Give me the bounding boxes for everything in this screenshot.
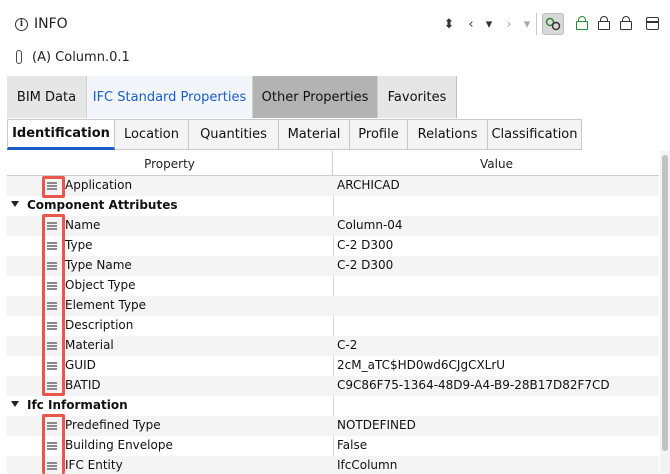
tab-profile[interactable]: Profile: [350, 119, 408, 150]
row-label: Type: [65, 238, 93, 252]
tab-relations[interactable]: Relations: [408, 119, 488, 150]
row-value: ARCHICAD: [337, 178, 400, 192]
row-label: Building Envelope: [65, 438, 173, 452]
table-row[interactable]: Application ARCHICAD: [7, 176, 659, 196]
table-row[interactable]: IFC Entity IfcColumn: [7, 456, 659, 474]
tab-material[interactable]: Material: [279, 119, 350, 150]
sort-arrows-icon[interactable]: ⬍: [440, 14, 458, 34]
lock-icon[interactable]: [598, 16, 610, 30]
scrollbar-thumb[interactable]: [662, 155, 668, 451]
lock-add-icon[interactable]: [576, 16, 588, 30]
row-value: C9C86F75-1364-48D9-A4-B9-28B17D82F7CD: [337, 378, 610, 392]
table-row[interactable]: GUID 2cM_aTC$HD0wd6CJgCXLrU: [7, 356, 659, 376]
highlight-box: [42, 414, 65, 474]
row-value: False: [337, 438, 368, 452]
row-value: Column-04: [337, 218, 403, 232]
row-value: 2cM_aTC$HD0wd6CJgCXLrU: [337, 358, 506, 372]
link-toggle-button[interactable]: [542, 13, 564, 35]
table-header: Property Value: [7, 151, 659, 176]
selected-element-label: (A) Column.0.1: [32, 50, 130, 65]
table-row[interactable]: Building Envelope False: [7, 436, 659, 456]
selected-element-row: (A) Column.0.1: [0, 46, 670, 70]
link-icon: [545, 17, 561, 31]
row-label: Material: [65, 338, 114, 352]
row-label: Object Type: [65, 278, 136, 292]
column-header-value[interactable]: Value: [334, 151, 659, 176]
vertical-scrollbar[interactable]: [660, 151, 670, 474]
row-label: BATID: [65, 378, 101, 392]
table-row[interactable]: BATID C9C86F75-1364-48D9-A4-B9-28B17D82F…: [7, 376, 659, 396]
tab-classification[interactable]: Classification: [488, 119, 582, 150]
row-label: GUID: [65, 358, 96, 372]
table-row[interactable]: Type C-2 D300: [7, 236, 659, 256]
chevron-left-icon[interactable]: ‹: [462, 14, 480, 34]
tab-ifc-standard-properties[interactable]: IFC Standard Properties: [87, 76, 253, 118]
panel-layout-icon[interactable]: [646, 17, 659, 30]
row-value: NOTDEFINED: [337, 418, 416, 432]
group-label: Ifc Information: [27, 398, 128, 412]
row-value: C-2 D300: [337, 238, 394, 252]
group-label: Component Attributes: [27, 198, 178, 212]
chevron-right-icon[interactable]: ›: [500, 14, 518, 34]
panel-title: INFO: [34, 16, 68, 32]
row-value: C-2 D300: [337, 258, 394, 272]
row-label: IFC Entity: [65, 458, 123, 472]
highlight-box: [42, 176, 65, 198]
table-row[interactable]: Element Type: [7, 296, 659, 316]
caret-down-icon[interactable]: [11, 401, 19, 407]
panel-header: i INFO ⬍ ‹ ▾ › ▾: [0, 0, 670, 46]
row-label: Name: [65, 218, 101, 232]
highlight-box: [42, 214, 65, 396]
dropdown-down-disabled-icon[interactable]: ▾: [518, 14, 536, 34]
column-header-property[interactable]: Property: [7, 151, 333, 176]
tab-other-properties[interactable]: Other Properties: [253, 76, 378, 118]
dropdown-down-icon[interactable]: ▾: [480, 14, 498, 34]
property-table: Application ARCHICAD Component Attribute…: [7, 176, 659, 474]
sub-tab-bar: Identification Location Quantities Mater…: [7, 119, 582, 150]
tab-location[interactable]: Location: [115, 119, 189, 150]
row-label: Element Type: [65, 298, 147, 312]
table-row[interactable]: Description: [7, 316, 659, 336]
table-row[interactable]: Type Name C-2 D300: [7, 256, 659, 276]
caret-down-icon[interactable]: [11, 201, 19, 207]
toolbar-divider: [536, 13, 537, 35]
tab-quantities[interactable]: Quantities: [189, 119, 279, 150]
lock-list-icon[interactable]: [620, 16, 632, 30]
row-value: IfcColumn: [337, 458, 398, 472]
group-row-ifc-information[interactable]: Ifc Information: [7, 396, 659, 416]
table-row[interactable]: Material C-2: [7, 336, 659, 356]
row-label: Predefined Type: [65, 418, 161, 432]
table-row[interactable]: Predefined Type NOTDEFINED: [7, 416, 659, 436]
row-value: C-2: [337, 338, 358, 352]
tab-identification[interactable]: Identification: [7, 119, 115, 150]
group-row-component-attributes[interactable]: Component Attributes: [7, 196, 659, 216]
tab-bim-data[interactable]: BIM Data: [7, 76, 87, 118]
info-icon: i: [15, 18, 28, 31]
column-element-icon: [16, 50, 22, 64]
row-label: Type Name: [65, 258, 132, 272]
table-row[interactable]: Object Type: [7, 276, 659, 296]
table-row[interactable]: Name Column-04: [7, 216, 659, 236]
row-label: Description: [65, 318, 134, 332]
row-label: Application: [65, 178, 133, 192]
main-tab-bar: BIM Data IFC Standard Properties Other P…: [7, 76, 457, 118]
tab-favorites[interactable]: Favorites: [378, 76, 457, 118]
